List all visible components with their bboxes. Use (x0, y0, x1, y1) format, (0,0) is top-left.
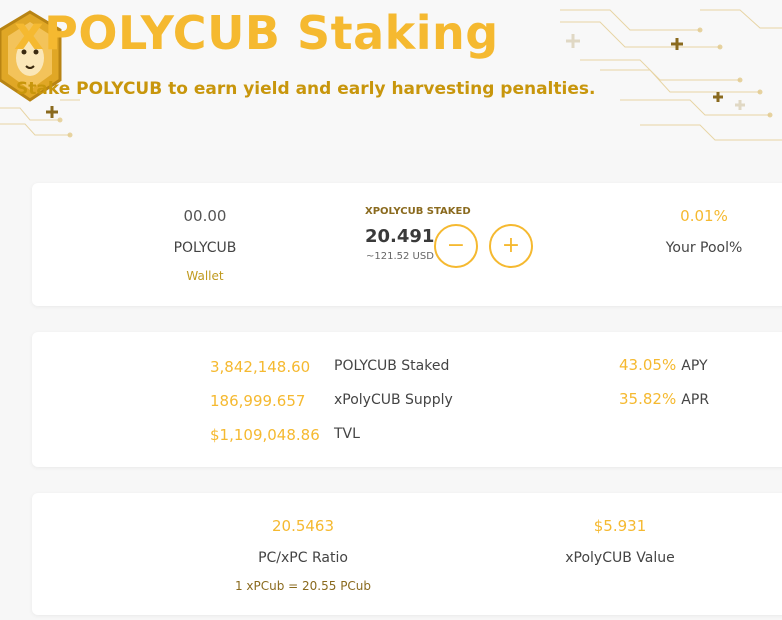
unstake-button[interactable]: − (434, 224, 478, 268)
pool-percent: 0.01% (680, 207, 728, 225)
apr-value: 35.82% (619, 390, 677, 408)
ratio-label: PC/xPC Ratio (258, 550, 348, 566)
apy-value: 43.05% (619, 356, 677, 374)
page-subtitle: Stake POLYCUB to earn yield and early ha… (16, 79, 596, 99)
wallet-token: POLYCUB (173, 240, 237, 256)
stat-value: 186,999.657 (210, 392, 306, 410)
stat-value: 3,842,148.60 (210, 358, 311, 376)
pool-label: Your Pool% (665, 240, 743, 256)
apy-label: APY (681, 358, 708, 374)
stat-label: POLYCUB Staked (334, 358, 450, 374)
minus-icon: − (446, 233, 466, 258)
apy-rate: 43.05% APY (619, 355, 708, 374)
wallet-amount: 00.00 (183, 207, 227, 225)
xpolycub-value: $5.931 (593, 517, 647, 535)
stat-label: TVL (334, 426, 360, 442)
stats-card: 3,842,148.60 POLYCUB Staked 186,999.657 … (32, 332, 782, 467)
apr-rate: 35.82% APR (619, 389, 709, 408)
stat-label: xPolyCUB Supply (334, 392, 453, 408)
staked-amount: 20.491 (365, 226, 435, 247)
ratio-value: 20.5463 (271, 517, 335, 535)
xpolycub-value-label: xPolyCUB Value (565, 550, 675, 566)
wallet-stake-card: 00.00 POLYCUB Wallet XPOLYCUB STAKED 20.… (32, 183, 782, 306)
apr-label: APR (681, 392, 710, 408)
page-header: xPOLYCUB Staking Stake POLYCUB to earn y… (0, 0, 782, 150)
ratio-note: 1 xPCub = 20.55 PCub (234, 579, 372, 593)
staked-usd: ~121.52 USD (366, 251, 434, 262)
stat-value: $1,109,048.86 (210, 426, 320, 444)
page-title: xPOLYCUB Staking (14, 6, 499, 60)
wallet-label: Wallet (186, 269, 224, 283)
staked-label: XPOLYCUB STAKED (365, 206, 471, 217)
plus-icon: + (501, 233, 521, 258)
stake-button[interactable]: + (489, 224, 533, 268)
ratio-card: 20.5463 PC/xPC Ratio 1 xPCub = 20.55 PCu… (32, 493, 782, 615)
